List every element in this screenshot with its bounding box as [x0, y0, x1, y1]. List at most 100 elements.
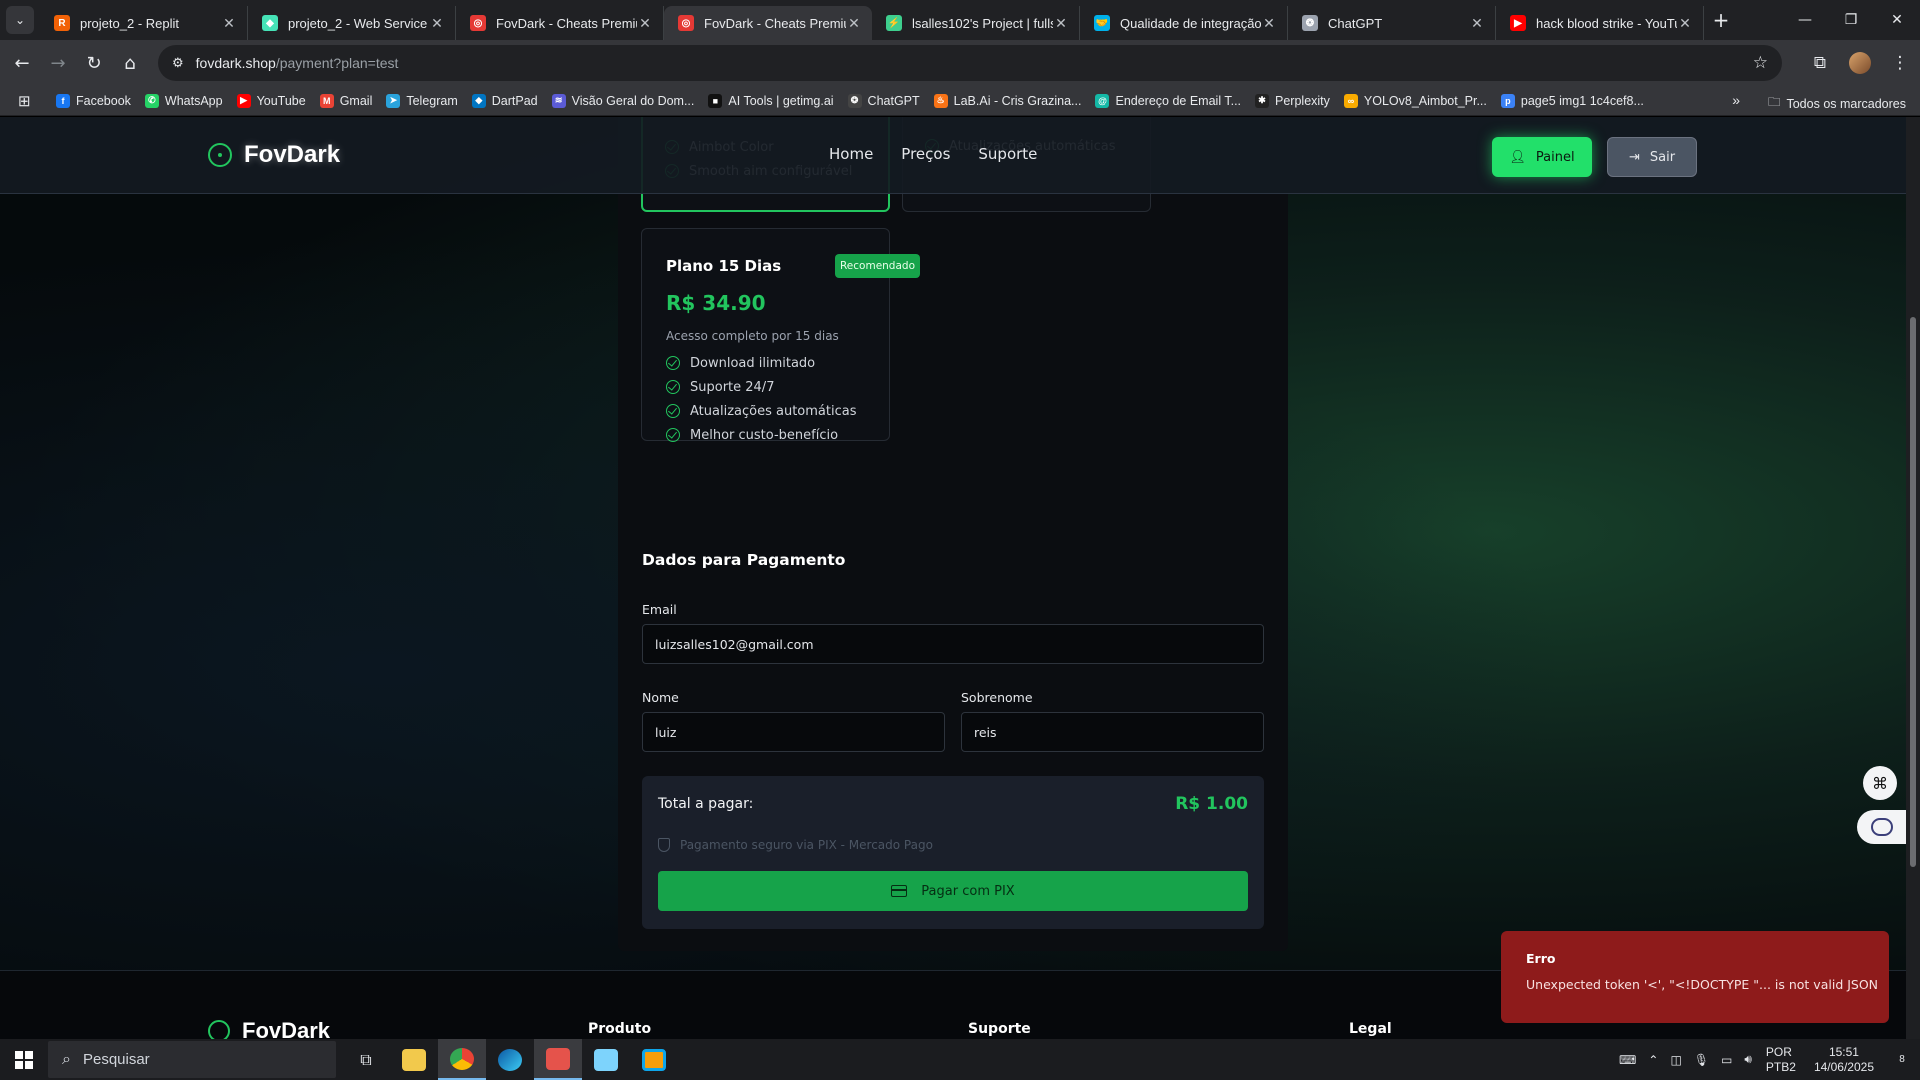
- browser-tab[interactable]: ⚡ lsalles102's Project | fullsta ✕: [872, 6, 1080, 40]
- floating-widget-button[interactable]: ⌘: [1863, 766, 1897, 800]
- bookmark-item[interactable]: ✆ WhatsApp: [144, 93, 223, 108]
- bookmark-item[interactable]: ➤ Telegram: [386, 93, 458, 108]
- app-icon[interactable]: [630, 1039, 678, 1080]
- bookmark-item[interactable]: M Gmail: [319, 93, 373, 108]
- first-name-field[interactable]: [642, 712, 945, 752]
- tab-close-icon[interactable]: ✕: [429, 15, 445, 32]
- last-name-field[interactable]: [961, 712, 1264, 752]
- notepad-icon[interactable]: [582, 1039, 630, 1080]
- dashboard-button[interactable]: 👤︎ Painel: [1492, 137, 1592, 177]
- tab-search-button[interactable]: ⌄: [6, 6, 34, 34]
- bookmark-item[interactable]: ≋ Visão Geral do Dom...: [551, 93, 694, 108]
- forward-icon[interactable]: →: [40, 45, 76, 81]
- bookmark-favicon-icon: ✱: [1255, 93, 1270, 108]
- edge-icon[interactable]: [486, 1039, 534, 1080]
- browser-tab[interactable]: ◎ FovDark - Cheats Premium✕: [664, 6, 872, 40]
- tray-expand-icon[interactable]: ⌃: [1642, 1053, 1664, 1067]
- secure-note-text: Pagamento seguro via PIX - Mercado Pago: [680, 838, 933, 852]
- profile-avatar[interactable]: [1840, 45, 1880, 81]
- chrome-icon[interactable]: [438, 1039, 486, 1080]
- bookmark-item[interactable]: ▶ YouTube: [236, 93, 306, 108]
- bookmark-item[interactable]: ❂ ChatGPT: [847, 93, 920, 108]
- discord-icon[interactable]: [534, 1039, 582, 1080]
- new-tab-button[interactable]: +: [1704, 3, 1738, 37]
- taskbar-search[interactable]: ⌕ Pesquisar: [48, 1041, 336, 1078]
- scrollbar-thumb[interactable]: [1910, 317, 1916, 867]
- bookmark-item[interactable]: @ Endereço de Email T...: [1095, 93, 1241, 108]
- minimize-icon[interactable]: —: [1782, 0, 1828, 40]
- feature-text: Atualizações automáticas: [690, 403, 857, 419]
- bookmark-item[interactable]: ✱ Perplexity: [1255, 93, 1330, 108]
- network-icon[interactable]: ▭: [1715, 1053, 1738, 1067]
- tab-close-icon[interactable]: ✕: [1053, 15, 1069, 32]
- browser-tab[interactable]: ◎ FovDark - Cheats Premium✕: [456, 6, 664, 40]
- browser-tab[interactable]: ◆ projeto_2 - Web Service - ✕: [248, 6, 456, 40]
- page-scrollbar[interactable]: [1906, 117, 1920, 1039]
- logout-button[interactable]: ⇥ Sair: [1607, 137, 1697, 177]
- browser-toolbar: ← → ↻ ⌂ ⚙ fovdark.shop/payment?plan=test…: [0, 40, 1920, 86]
- bookmark-item[interactable]: ◆ DartPad: [471, 93, 538, 108]
- start-button[interactable]: [0, 1039, 48, 1080]
- pay-with-pix-button[interactable]: Pagar com PIX: [658, 871, 1248, 911]
- bookmark-label: Facebook: [76, 93, 131, 108]
- all-bookmarks-folder[interactable]: 🗀 Todos os marcadores: [1768, 93, 1906, 114]
- browser-tab[interactable]: 🤝 Qualidade de integração ✕: [1080, 6, 1288, 40]
- feature-text: Melhor custo-benefício: [690, 427, 839, 443]
- bookmark-label: Gmail: [339, 93, 373, 108]
- chatbot-widget-button[interactable]: [1857, 810, 1906, 844]
- tab-close-icon[interactable]: ✕: [1261, 15, 1277, 32]
- language-indicator[interactable]: POR PTB2: [1758, 1045, 1804, 1075]
- task-view-icon[interactable]: ⧉: [342, 1039, 390, 1080]
- reload-icon[interactable]: ↻: [76, 45, 112, 81]
- browser-tab[interactable]: ▶ hack blood strike - YouTub ✕: [1496, 6, 1704, 40]
- plan-title: Plano 15 Dias: [666, 257, 782, 275]
- nav-link-home[interactable]: Home: [829, 145, 873, 163]
- notification-center-icon[interactable]: 8: [1884, 1039, 1920, 1080]
- volume-icon[interactable]: 🔊︎: [1738, 1052, 1758, 1067]
- bookmark-item[interactable]: p page5 img1 1c4cef8...: [1500, 93, 1644, 108]
- plan-card-15-days[interactable]: Plano 15 Dias Recomendado R$ 34.90 Acess…: [641, 228, 920, 443]
- site-info-icon[interactable]: ⚙: [172, 55, 184, 71]
- apps-grid-icon[interactable]: ⊞: [18, 92, 34, 110]
- clock[interactable]: 15:51 14/06/2025: [1804, 1045, 1884, 1075]
- footer-logo[interactable]: FovDark: [208, 1018, 330, 1039]
- more-bookmarks-icon[interactable]: »: [1732, 92, 1740, 108]
- bookmark-item[interactable]: ■ AI Tools | getimg.ai: [708, 93, 834, 108]
- menu-kebab-icon[interactable]: ⋮: [1880, 45, 1920, 81]
- bookmark-item[interactable]: ♨ LaB.Ai - Cris Grazina...: [933, 93, 1081, 108]
- extensions-icon[interactable]: ⧉: [1800, 45, 1840, 81]
- brand-logo[interactable]: FovDark: [208, 141, 340, 169]
- bookmark-item[interactable]: f Facebook: [56, 93, 131, 108]
- check-circle-icon: [666, 356, 680, 370]
- back-icon[interactable]: ←: [4, 45, 40, 81]
- bookmark-label: WhatsApp: [164, 93, 223, 108]
- bookmark-star-icon[interactable]: ☆: [1753, 53, 1768, 73]
- email-field[interactable]: [642, 624, 1264, 664]
- close-icon[interactable]: ✕: [1874, 0, 1920, 40]
- system-tray: ⌨ ⌃ ◫ 🎙︎ ▭ 🔊︎ POR PTB2 15:51 14/06/2025 …: [1613, 1039, 1920, 1080]
- restore-icon[interactable]: ❐: [1828, 0, 1874, 40]
- bookmark-label: Telegram: [406, 93, 458, 108]
- tab-close-icon[interactable]: ✕: [637, 15, 653, 32]
- tab-close-icon[interactable]: ✕: [221, 15, 237, 32]
- tab-close-icon[interactable]: ✕: [1469, 15, 1485, 32]
- tab-close-icon[interactable]: ✕: [1677, 15, 1693, 32]
- tab-list: Rprojeto_2 - Replit ✕ ◆ projeto_2 - Web Ser…: [40, 0, 1704, 40]
- nav-link-suporte[interactable]: Suporte: [978, 145, 1037, 163]
- secure-payment-note: Pagamento seguro via PIX - Mercado Pago: [658, 838, 933, 852]
- browser-tab[interactable]: ❂ ChatGPT ✕: [1288, 6, 1496, 40]
- logout-label: Sair: [1649, 149, 1676, 165]
- file-explorer-icon[interactable]: [390, 1039, 438, 1080]
- home-icon[interactable]: ⌂: [112, 45, 148, 81]
- error-toast[interactable]: Erro Unexpected token '<', "<!DOCTYPE ".…: [1501, 931, 1889, 1023]
- keyboard-icon[interactable]: ⌨: [1613, 1053, 1642, 1067]
- clock-date: 14/06/2025: [1813, 1059, 1874, 1074]
- windows-taskbar: ⌕ Pesquisar ⧉ ⌨ ⌃ ◫ 🎙︎ ▭ 🔊︎ POR PTB2 15:…: [0, 1039, 1920, 1080]
- camera-icon[interactable]: ◫: [1664, 1053, 1687, 1067]
- microphone-icon[interactable]: 🎙︎: [1688, 1053, 1715, 1067]
- browser-tab[interactable]: Rprojeto_2 - Replit ✕: [40, 6, 248, 40]
- tab-close-icon[interactable]: ✕: [846, 15, 862, 32]
- bookmark-item[interactable]: ∞ YOLOv8_Aimbot_Pr...: [1343, 93, 1487, 108]
- nav-link-preços[interactable]: Preços: [901, 145, 950, 163]
- address-bar[interactable]: ⚙ fovdark.shop/payment?plan=test ☆: [158, 45, 1782, 81]
